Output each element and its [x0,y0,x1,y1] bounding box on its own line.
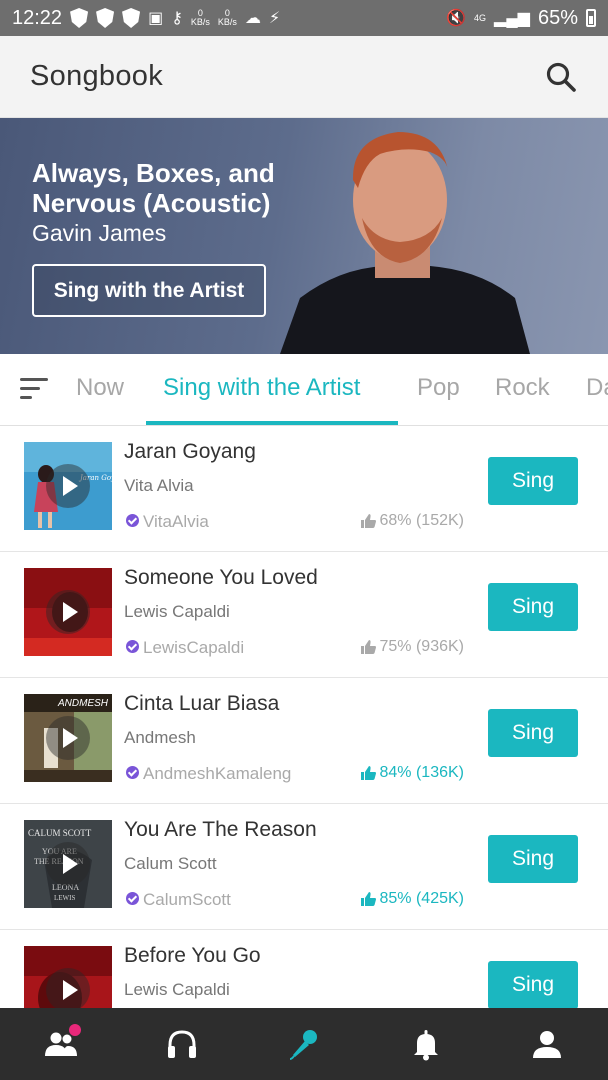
song-rating: 68% (152K) [360,512,464,530]
song-thumbnail[interactable] [24,568,112,656]
thumb-up-icon [360,892,376,906]
cloud-icon: ☁ [244,10,261,27]
sing-with-artist-button[interactable]: Sing with the Artist [32,264,266,317]
thumb-up-icon [360,514,376,528]
artist-handle[interactable]: LewisCapaldi [143,638,244,658]
thumb-up-icon [360,640,376,654]
song-artist: Andmesh [124,728,196,747]
song-row[interactable]: Before You Go Lewis Capaldi Sing [0,930,608,1008]
nav-social[interactable] [0,1008,122,1080]
song-row[interactable]: ANDMESH Cinta Luar Biasa Andmesh Andmesh… [0,678,608,804]
play-icon[interactable] [46,842,90,886]
featured-song-title: Always, Boxes, and Nervous (Acoustic) [32,158,275,218]
verified-badge-icon [126,640,139,653]
thumb-up-icon [360,766,376,780]
headphones-icon [168,1030,197,1058]
song-thumbnail[interactable]: CALUM SCOTT YOU ARE THE REASON LEONA LEW… [24,820,112,908]
play-icon[interactable] [46,464,90,508]
app-bar: Songbook [0,36,608,118]
featured-banner[interactable]: Always, Boxes, and Nervous (Acoustic) Ga… [0,118,608,354]
bottom-navigation [0,1008,608,1080]
battery-level: 65% [537,6,578,29]
play-icon[interactable] [46,590,90,634]
nav-notifications[interactable] [365,1008,487,1080]
svg-text:ANDMESH: ANDMESH [57,698,109,709]
profile-icon [533,1031,562,1058]
tab-pop[interactable]: Pop [417,374,460,402]
tab-sing-with-the-artist[interactable]: Sing with the Artist [163,374,360,402]
key-icon: ⚷ [171,10,183,27]
tab-now[interactable]: Now [76,374,124,402]
active-tab-indicator [146,421,398,425]
song-thumbnail[interactable]: Jaran Goyang [24,442,112,530]
sing-button[interactable]: Sing [488,835,578,883]
microphone-icon [289,1030,317,1060]
app-title: Songbook [30,60,164,92]
signal-icon: ▂▄▆ [494,10,530,27]
song-title: You Are The Reason [124,818,317,841]
notification-badge [69,1024,81,1036]
artist-handle[interactable]: VitaAlvia [143,512,209,532]
svg-text:LEWIS: LEWIS [54,894,75,902]
nav-profile[interactable] [486,1008,608,1080]
sync-off-icon: ⚡ [268,10,281,27]
song-title: Cinta Luar Biasa [124,692,280,715]
song-artist: Vita Alvia [124,476,194,495]
battery-icon [586,9,596,27]
song-artist: Lewis Capaldi [124,602,230,621]
shield-icon [70,8,89,28]
tab-dance[interactable]: Da [586,374,608,402]
song-artist: Calum Scott [124,854,217,873]
artist-handle[interactable]: CalumScott [143,890,231,910]
song-list: Jaran Goyang Jaran Goyang Vita Alvia Vit… [0,426,608,1008]
verified-badge-icon [126,892,139,905]
svg-text:CALUM SCOTT: CALUM SCOTT [28,828,92,838]
play-icon[interactable] [46,968,90,1008]
play-icon[interactable] [46,716,90,760]
signal-type: 4G [474,12,487,23]
filter-icon[interactable] [20,378,50,402]
status-bar: 12:22 ▣ ⚷ 0 KB/s 0 KB/s ☁ ⚡ 🔇 4G ▂▄▆ 65% [0,0,608,36]
song-rating: 85% (425K) [360,890,464,908]
artist-handle[interactable]: AndmeshKamaleng [143,764,291,784]
image-icon: ▣ [148,10,164,27]
verified-badge-icon [126,514,139,527]
mute-icon: 🔇 [446,10,466,27]
network-speed-up: 0 KB/s [217,8,237,27]
song-artist: Lewis Capaldi [124,980,230,999]
shield-icon [96,8,115,28]
song-title: Jaran Goyang [124,440,256,463]
song-rating: 75% (936K) [360,638,464,656]
song-title: Someone You Loved [124,566,318,589]
sing-button[interactable]: Sing [488,583,578,631]
featured-artist-name: Gavin James [32,220,167,246]
song-row[interactable]: Jaran Goyang Jaran Goyang Vita Alvia Vit… [0,426,608,552]
song-thumbnail[interactable]: ANDMESH [24,694,112,782]
nav-listen[interactable] [122,1008,244,1080]
song-row[interactable]: Someone You Loved Lewis Capaldi LewisCap… [0,552,608,678]
verified-badge-icon [126,766,139,779]
bell-icon [413,1030,438,1061]
search-icon[interactable] [544,60,578,94]
sing-button[interactable]: Sing [488,457,578,505]
song-title: Before You Go [124,944,261,967]
sing-button[interactable]: Sing [488,961,578,1008]
shield-icon [122,8,141,28]
nav-sing[interactable] [243,1008,365,1080]
sing-button[interactable]: Sing [488,709,578,757]
song-thumbnail[interactable] [24,946,112,1008]
tab-rock[interactable]: Rock [495,374,550,402]
network-speed-down: 0 KB/s [190,8,210,27]
song-row[interactable]: CALUM SCOTT YOU ARE THE REASON LEONA LEW… [0,804,608,930]
status-time: 12:22 [12,6,63,29]
song-rating: 84% (136K) [360,764,464,782]
artist-photo [280,132,530,354]
category-tabs: Now Sing with the Artist Pop Rock Da [0,354,608,426]
